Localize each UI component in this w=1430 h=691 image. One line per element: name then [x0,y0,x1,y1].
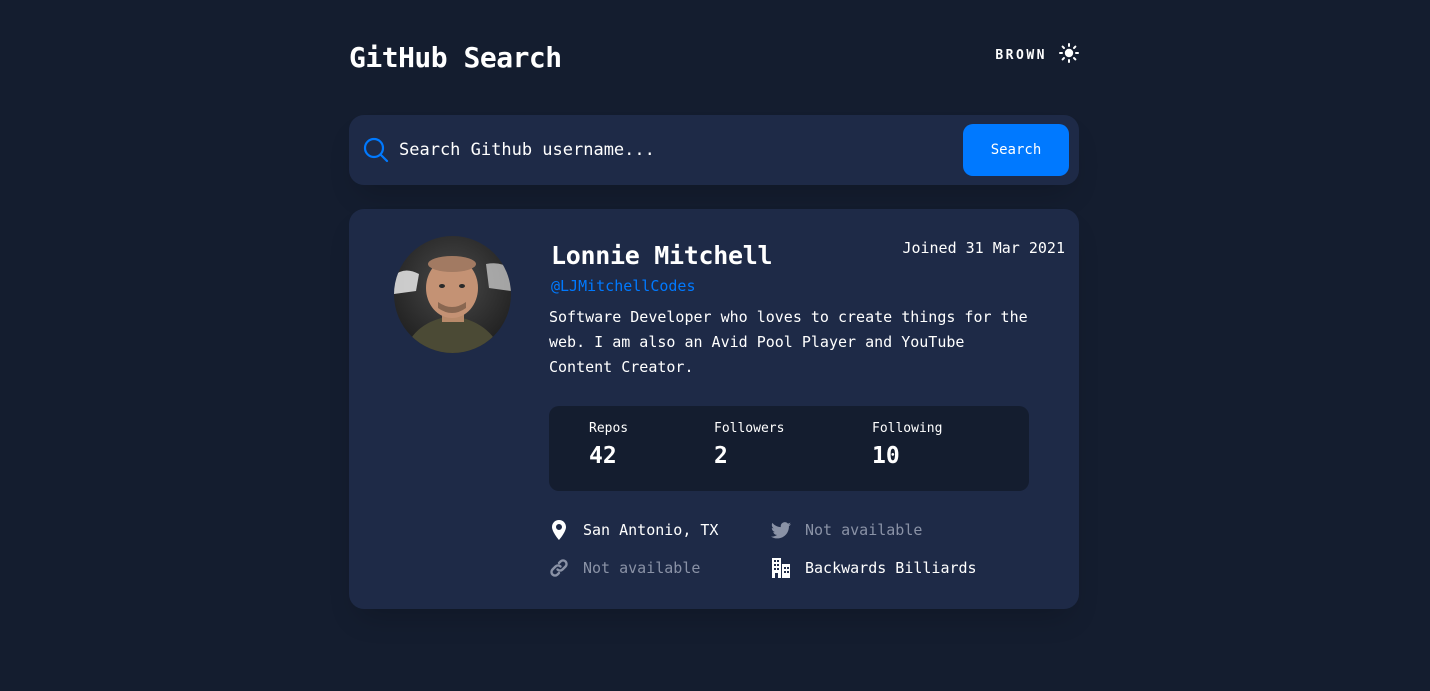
stat-followers: Followers 2 [714,421,784,471]
stat-followers-value: 2 [714,443,728,469]
company-text: Backwards Billiards [805,559,977,577]
blog-text: Not available [583,559,701,577]
stat-repos-label: Repos [589,421,629,436]
twitter-item: Not available [771,520,922,540]
twitter-icon [771,520,791,540]
search-bar: Search [349,115,1079,185]
twitter-text: Not available [805,521,923,539]
profile-bio: Software Developer who loves to create t… [549,308,1028,376]
location-item: San Antonio, TX [549,520,718,540]
blog-item: Not available [549,558,700,578]
stats-panel: Repos 42 Followers 2 Following 10 [549,406,1029,491]
app-title: GitHub Search [349,41,562,74]
profile-card: Lonnie Mitchell Joined 31 Mar 2021 @LJMi… [349,209,1079,609]
company-item: Backwards Billiards [771,558,977,578]
stat-repos-value: 42 [589,443,617,469]
stat-following-value: 10 [872,443,900,469]
avatar [394,236,511,353]
stat-following-label: Following [872,421,943,436]
join-date: Joined 31 Mar 2021 [902,239,1065,257]
search-icon [363,137,389,163]
link-icon [549,558,569,578]
location-pin-icon [549,520,569,540]
building-icon [771,558,791,578]
location-text: San Antonio, TX [583,521,719,539]
search-input[interactable] [399,135,939,165]
stat-following: Following 10 [872,421,942,471]
search-button[interactable]: Search [963,124,1069,176]
theme-label: BROWN [995,47,1047,63]
profile-login-link[interactable]: @LJMitchellCodes [551,277,696,295]
header: GitHub Search BROWN [349,38,1079,78]
theme-toggle[interactable]: BROWN [995,43,1079,67]
stat-followers-label: Followers [714,421,785,436]
stat-repos: Repos 42 [589,421,628,471]
profile-name: Lonnie Mitchell [551,241,773,270]
sun-icon [1059,43,1079,67]
